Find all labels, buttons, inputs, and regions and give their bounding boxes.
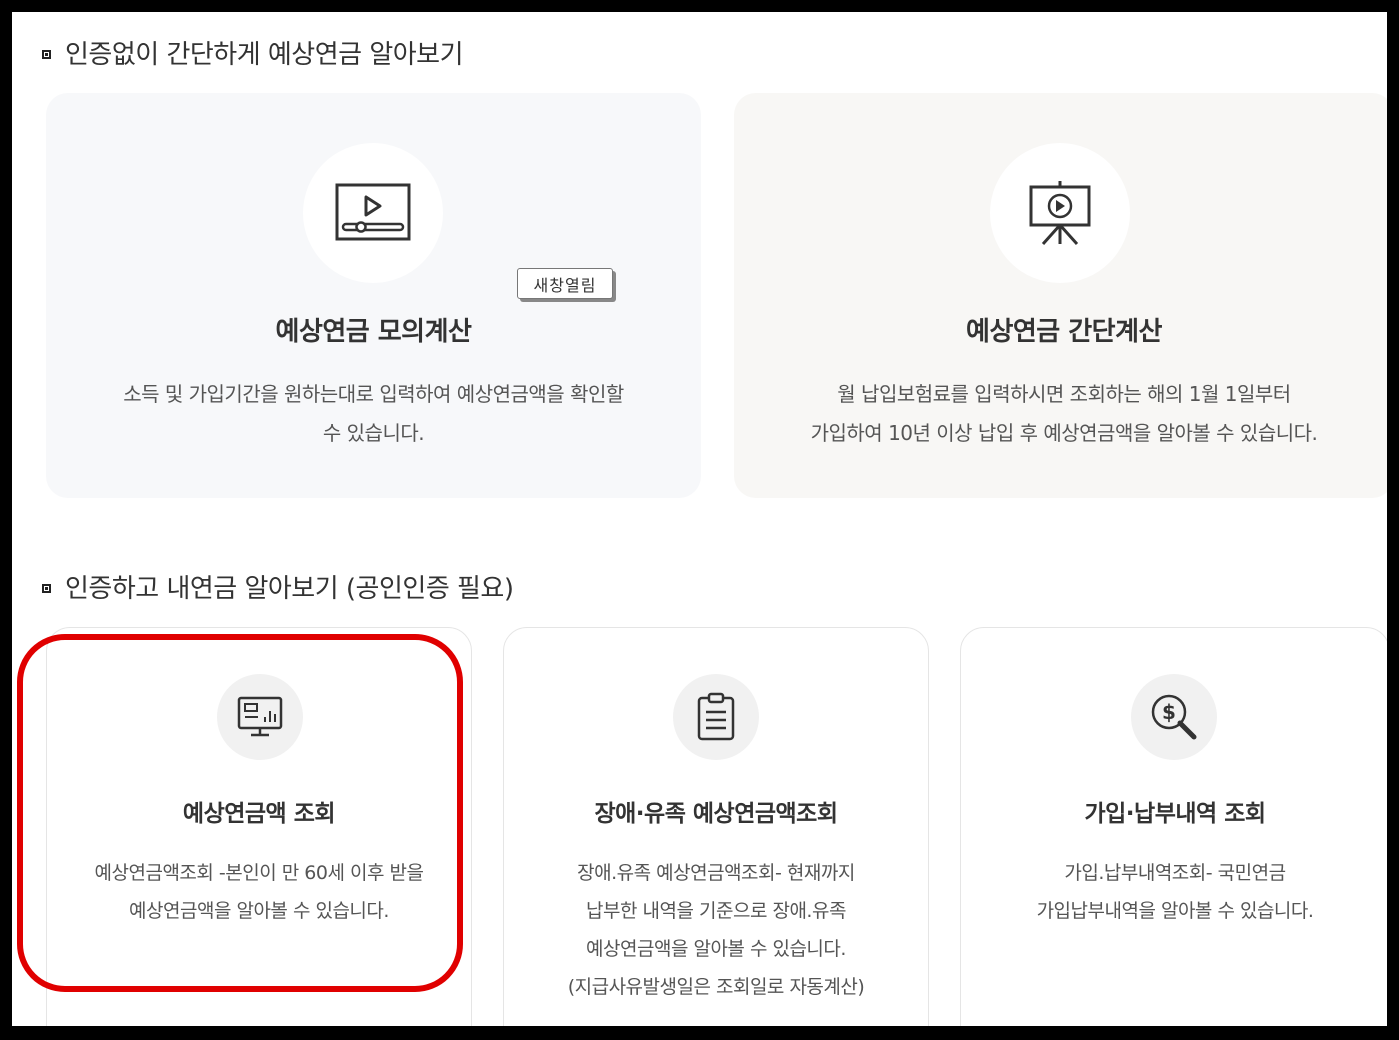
svg-text:$: $: [1162, 700, 1176, 724]
presentation-board-icon: [1029, 181, 1091, 246]
square-bullet-icon: [42, 50, 51, 59]
desc-line: 가입.납부내역조회- 국민연금: [1064, 862, 1286, 884]
icon-circle: [673, 674, 759, 760]
card-title: 예상연금 모의계산: [275, 317, 472, 347]
card-simple-calculation[interactable]: 예상연금 간단계산 월 납입보험료를 입력하시면 조회하는 해의 1월 1일부터…: [734, 93, 1387, 498]
desc-line: 장애.유족 예상연금액조회- 현재까지: [577, 862, 855, 884]
card-mock-calculation[interactable]: 새창열림 예상연금 모의계산 소득 및 가입기간을 원하는대로 입력하여 예상연…: [46, 93, 701, 498]
card-subscription-payment-inquiry[interactable]: $ 가입·납부내역 조회 가입.납부내역조회- 국민연금 가입납부내역을 알아볼…: [960, 627, 1387, 1026]
desc-line: 예상연금액을 알아볼 수 있습니다.: [129, 900, 389, 922]
icon-circle: [217, 674, 303, 760]
card-title: 장애·유족 예상연금액조회: [594, 801, 838, 827]
icon-circle: [303, 143, 443, 283]
clipboard-list-icon: [697, 692, 735, 741]
card-expected-pension-inquiry[interactable]: 예상연금액 조회 예상연금액조회 -본인이 만 60세 이후 받을 예상연금액을…: [46, 627, 472, 1026]
section-title-text: 인증없이 간단하게 예상연금 알아보기: [65, 40, 464, 70]
card-description: 소득 및 가입기간을 원하는대로 입력하여 예상연금액을 확인할 수 있습니다.: [66, 375, 681, 453]
monitor-chart-icon: [237, 696, 283, 737]
desc-line: 예상연금액조회 -본인이 만 60세 이후 받을: [94, 862, 424, 884]
new-window-badge[interactable]: 새창열림: [517, 268, 613, 299]
card-description: 예상연금액조회 -본인이 만 60세 이후 받을 예상연금액을 알아볼 수 있습…: [67, 854, 451, 930]
section-title-with-auth: 인증하고 내연금 알아보기 (공인인증 필요): [42, 568, 514, 605]
desc-line: 가입납부내역을 알아볼 수 있습니다.: [1036, 900, 1314, 922]
desc-line: 예상연금액을 알아볼 수 있습니다.: [586, 938, 846, 960]
page-frame: 인증없이 간단하게 예상연금 알아보기 새창열림 예상연금 모의계산 소득 및 …: [12, 12, 1387, 1026]
desc-line: (지급사유발생일은 조회일로 자동계산): [567, 976, 865, 998]
desc-line: 소득 및 가입기간을 원하는대로 입력하여 예상연금액을 확인할: [123, 382, 624, 406]
card-description: 장애.유족 예상연금액조회- 현재까지 납부한 내역을 기준으로 장애.유족 예…: [524, 854, 908, 1006]
section-title-text: 인증하고 내연금 알아보기 (공인인증 필요): [65, 574, 514, 604]
square-bullet-icon: [42, 584, 51, 593]
card-title: 가입·납부내역 조회: [1084, 801, 1266, 827]
icon-circle: [990, 143, 1130, 283]
video-player-icon: [335, 183, 411, 241]
card-description: 월 납입보험료를 입력하시면 조회하는 해의 1월 1일부터 가입하여 10년 …: [754, 375, 1374, 453]
desc-line: 월 납입보험료를 입력하시면 조회하는 해의 1월 1일부터: [837, 382, 1291, 406]
card-title: 예상연금 간단계산: [966, 317, 1162, 347]
desc-line: 가입하여 10년 이상 납입 후 예상연금액을 알아볼 수 있습니다.: [810, 421, 1318, 445]
dollar-search-icon: $: [1151, 694, 1197, 740]
card-description: 가입.납부내역조회- 국민연금 가입납부내역을 알아볼 수 있습니다.: [981, 854, 1369, 930]
card-title: 예상연금액 조회: [182, 801, 336, 827]
section-title-no-auth: 인증없이 간단하게 예상연금 알아보기: [42, 34, 464, 71]
card-disability-survivor-inquiry[interactable]: 장애·유족 예상연금액조회 장애.유족 예상연금액조회- 현재까지 납부한 내역…: [503, 627, 929, 1026]
desc-line: 납부한 내역을 기준으로 장애.유족: [586, 900, 846, 922]
desc-line: 수 있습니다.: [322, 421, 425, 445]
icon-circle: $: [1131, 674, 1217, 760]
